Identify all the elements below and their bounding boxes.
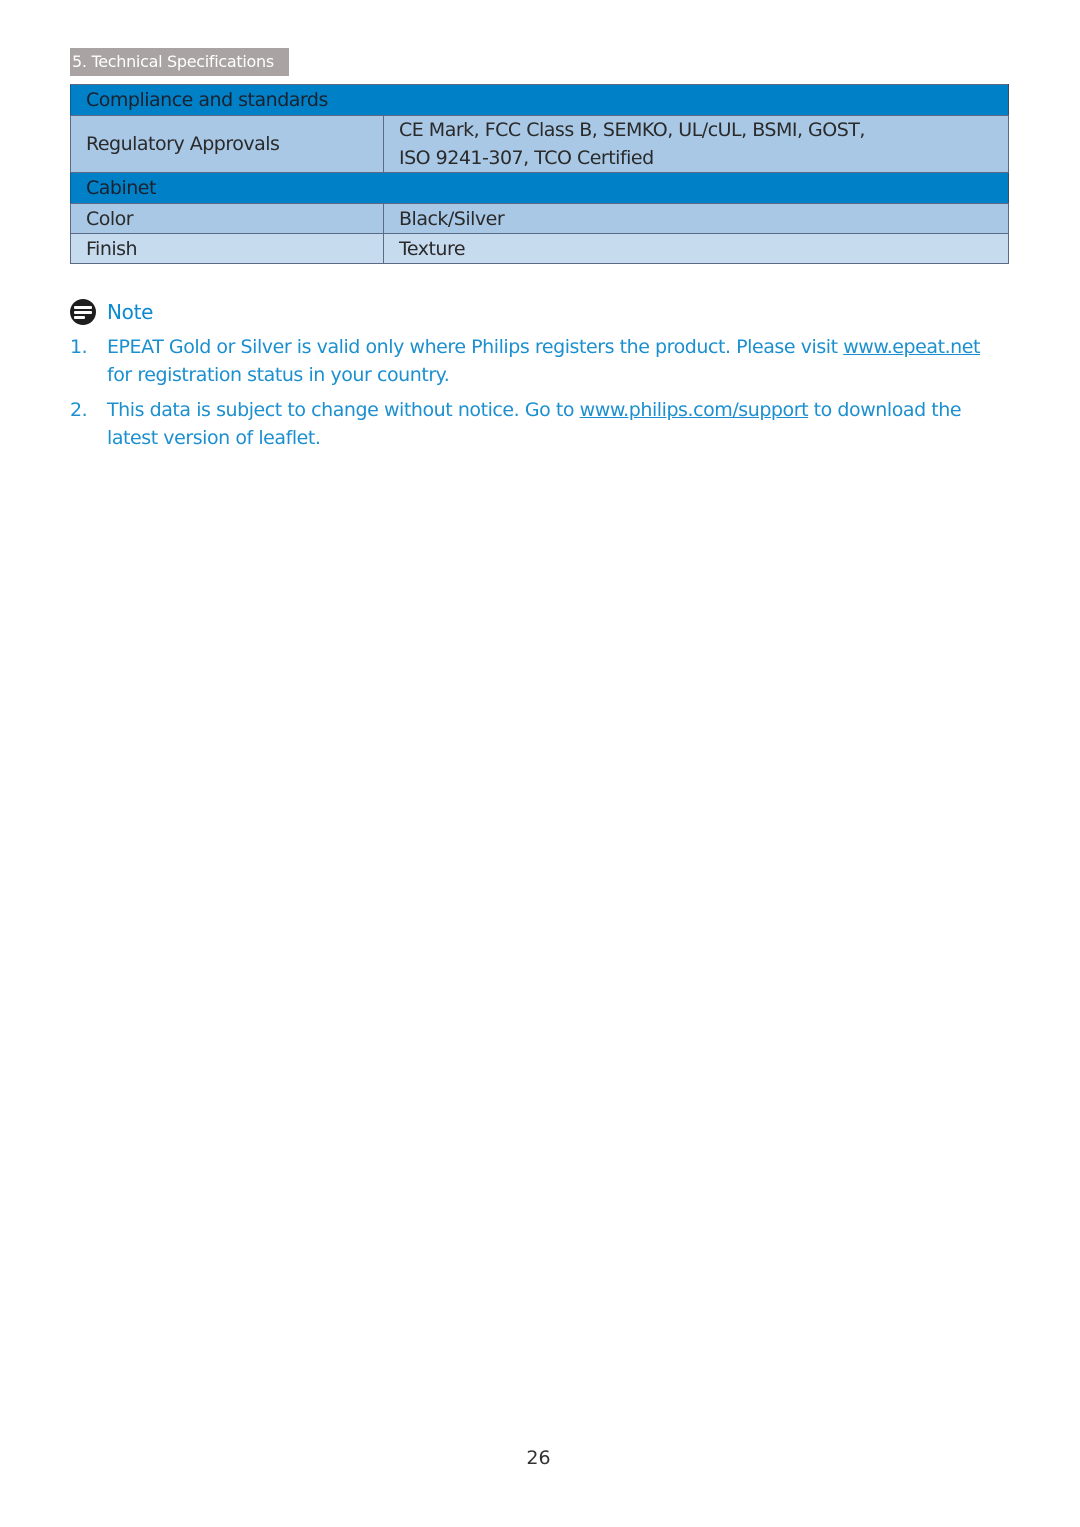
- note-text-part: This data is subject to change without n…: [107, 399, 580, 421]
- spec-value: Black/Silver: [383, 203, 1009, 234]
- spec-label: Regulatory Approvals: [70, 115, 384, 173]
- spec-value: CE Mark, FCC Class B, SEMKO, UL/cUL, BSM…: [383, 115, 1009, 173]
- note-text-part: for registration status in your country.: [107, 364, 450, 386]
- note-title: Note: [107, 300, 154, 324]
- note-item: 2. This data is subject to change withou…: [70, 396, 990, 452]
- note-text: This data is subject to change without n…: [107, 396, 990, 452]
- spec-label: Color: [70, 203, 384, 234]
- spec-label: Finish: [70, 233, 384, 264]
- spec-value-line: CE Mark, FCC Class B, SEMKO, UL/cUL, BSM…: [399, 119, 865, 141]
- note-list: 1. EPEAT Gold or Silver is valid only wh…: [70, 333, 990, 459]
- note-heading: Note: [70, 298, 153, 326]
- group-title: Cabinet: [70, 172, 1009, 204]
- table-row: Color Black/Silver: [70, 203, 1009, 234]
- epeat-link[interactable]: www.epeat.net: [843, 336, 980, 358]
- spec-value-line: ISO 9241-307, TCO Certified: [399, 147, 654, 169]
- group-title: Compliance and standards: [70, 84, 1009, 116]
- table-row: Finish Texture: [70, 233, 1009, 264]
- section-breadcrumb: 5. Technical Specifications: [70, 48, 289, 76]
- table-row: Regulatory Approvals CE Mark, FCC Class …: [70, 115, 1009, 173]
- note-number: 1.: [70, 336, 88, 358]
- philips-support-link[interactable]: www.philips.com/support: [580, 399, 809, 421]
- specifications-table: Compliance and standards Regulatory Appr…: [70, 84, 1009, 264]
- page-number: 26: [526, 1447, 551, 1469]
- group-header-compliance: Compliance and standards: [70, 84, 1009, 116]
- spec-value: Texture: [383, 233, 1009, 264]
- note-text: EPEAT Gold or Silver is valid only where…: [107, 333, 990, 389]
- note-item: 1. EPEAT Gold or Silver is valid only wh…: [70, 333, 990, 389]
- group-header-cabinet: Cabinet: [70, 172, 1009, 204]
- note-number: 2.: [70, 399, 88, 421]
- note-icon: [70, 299, 96, 325]
- note-text-part: EPEAT Gold or Silver is valid only where…: [107, 336, 844, 358]
